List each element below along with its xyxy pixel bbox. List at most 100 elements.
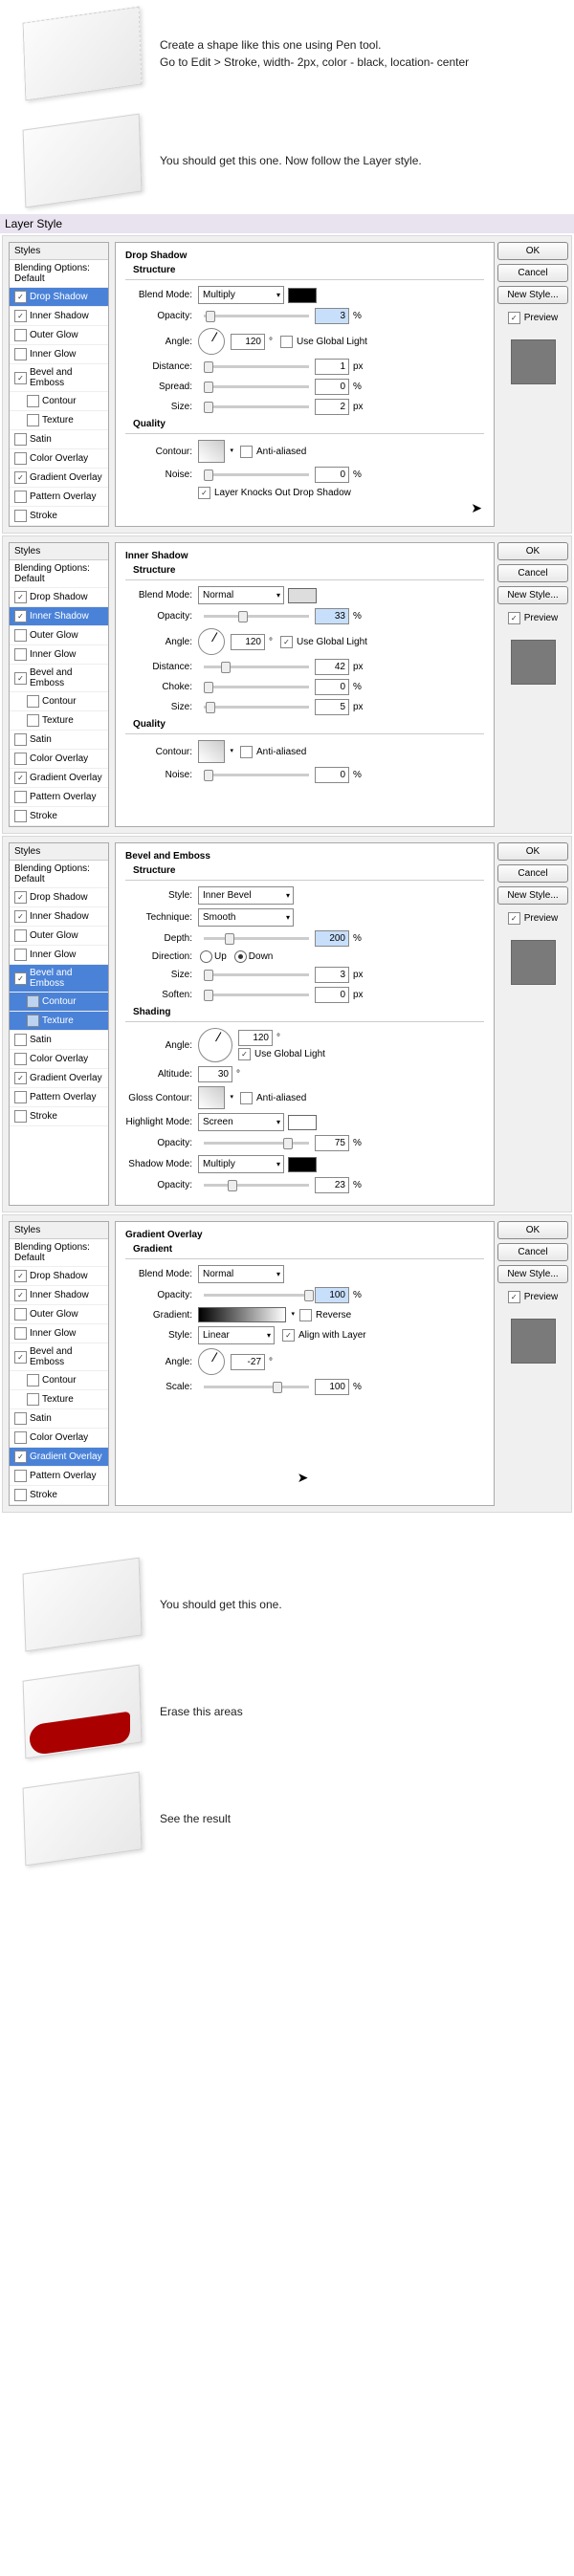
checkbox-icon[interactable] — [14, 1308, 27, 1321]
cancel-button[interactable]: Cancel — [497, 864, 568, 883]
checkbox-icon[interactable] — [27, 1015, 39, 1027]
checkbox-icon[interactable] — [14, 733, 27, 746]
item-inner-glow[interactable]: Inner Glow — [10, 1324, 108, 1343]
spread-input[interactable]: 0 — [315, 379, 349, 395]
item-outer-glow[interactable]: Outer Glow — [10, 626, 108, 645]
depth-input[interactable]: 200 — [315, 930, 349, 947]
knockout-checkbox[interactable] — [198, 487, 210, 499]
reverse-checkbox[interactable] — [299, 1309, 312, 1321]
highlight-opacity-slider[interactable] — [204, 1142, 309, 1145]
item-bevel-emboss[interactable]: Bevel and Emboss — [10, 364, 108, 392]
angle-input[interactable]: -27 — [231, 1354, 265, 1370]
item-contour[interactable]: Contour — [10, 392, 108, 411]
checkbox-icon[interactable] — [27, 1393, 39, 1406]
checkbox-icon[interactable] — [14, 772, 27, 784]
item-satin[interactable]: Satin — [10, 731, 108, 750]
item-satin[interactable]: Satin — [10, 1409, 108, 1429]
distance-slider[interactable] — [204, 365, 309, 368]
angle-dial[interactable] — [198, 1028, 232, 1062]
checkbox-icon[interactable] — [14, 648, 27, 661]
opacity-input[interactable]: 3 — [315, 308, 349, 324]
item-gradient-overlay[interactable]: Gradient Overlay — [10, 469, 108, 488]
checkbox-icon[interactable] — [14, 591, 27, 603]
opacity-slider[interactable] — [204, 315, 309, 317]
opacity-slider[interactable] — [204, 615, 309, 618]
gradient-picker[interactable] — [198, 1307, 286, 1322]
checkbox-icon[interactable] — [27, 1374, 39, 1386]
item-pattern-overlay[interactable]: Pattern Overlay — [10, 788, 108, 807]
global-light-checkbox[interactable] — [238, 1048, 251, 1060]
checkbox-icon[interactable] — [14, 791, 27, 803]
item-stroke[interactable]: Stroke — [10, 1107, 108, 1126]
soften-slider[interactable] — [204, 993, 309, 996]
item-inner-shadow[interactable]: Inner Shadow — [10, 607, 108, 626]
item-pattern-overlay[interactable]: Pattern Overlay — [10, 488, 108, 507]
global-light-checkbox[interactable] — [280, 636, 293, 648]
item-satin[interactable]: Satin — [10, 430, 108, 449]
color-swatch[interactable] — [288, 588, 317, 603]
checkbox-icon[interactable] — [14, 1470, 27, 1482]
distance-slider[interactable] — [204, 666, 309, 668]
checkbox-icon[interactable] — [14, 1034, 27, 1046]
item-texture[interactable]: Texture — [10, 1390, 108, 1409]
contour-picker[interactable] — [198, 740, 225, 763]
anti-aliased-checkbox[interactable] — [240, 1092, 253, 1104]
new-style-button[interactable]: New Style... — [497, 1265, 568, 1283]
gloss-contour-picker[interactable] — [198, 1086, 225, 1109]
item-inner-shadow[interactable]: Inner Shadow — [10, 1286, 108, 1305]
checkbox-icon[interactable] — [14, 629, 27, 642]
angle-dial[interactable] — [198, 328, 225, 355]
checkbox-icon[interactable] — [14, 1327, 27, 1340]
noise-input[interactable]: 0 — [315, 467, 349, 483]
item-stroke[interactable]: Stroke — [10, 1486, 108, 1505]
ok-button[interactable]: OK — [497, 842, 568, 861]
angle-input[interactable]: 120 — [238, 1030, 273, 1046]
item-texture[interactable]: Texture — [10, 411, 108, 430]
item-contour[interactable]: Contour — [10, 692, 108, 711]
angle-dial[interactable] — [198, 1348, 225, 1375]
direction-up-radio[interactable] — [200, 950, 212, 963]
size-input[interactable]: 2 — [315, 399, 349, 415]
checkbox-icon[interactable] — [14, 891, 27, 904]
spread-slider[interactable] — [204, 385, 309, 388]
item-bevel-emboss[interactable]: Bevel and Emboss — [10, 1343, 108, 1371]
item-outer-glow[interactable]: Outer Glow — [10, 326, 108, 345]
highlight-mode-dropdown[interactable]: Screen — [198, 1113, 284, 1131]
noise-input[interactable]: 0 — [315, 767, 349, 783]
scale-input[interactable]: 100 — [315, 1379, 349, 1395]
item-pattern-overlay[interactable]: Pattern Overlay — [10, 1467, 108, 1486]
distance-input[interactable]: 42 — [315, 659, 349, 675]
checkbox-icon[interactable] — [14, 329, 27, 341]
item-inner-shadow[interactable]: Inner Shadow — [10, 907, 108, 927]
anti-aliased-checkbox[interactable] — [240, 746, 253, 758]
checkbox-icon[interactable] — [14, 1270, 27, 1282]
item-stroke[interactable]: Stroke — [10, 807, 108, 826]
shadow-mode-dropdown[interactable]: Multiply — [198, 1155, 284, 1173]
checkbox-icon[interactable] — [14, 910, 27, 923]
checkbox-icon[interactable] — [14, 1412, 27, 1425]
blending-options[interactable]: Blending Options: Default — [10, 560, 108, 588]
size-input[interactable]: 3 — [315, 967, 349, 983]
checkbox-icon[interactable] — [14, 291, 27, 303]
item-gradient-overlay[interactable]: Gradient Overlay — [10, 1448, 108, 1467]
item-gradient-overlay[interactable]: Gradient Overlay — [10, 769, 108, 788]
size-slider[interactable] — [204, 973, 309, 976]
noise-slider[interactable] — [204, 473, 309, 476]
checkbox-icon[interactable] — [14, 929, 27, 942]
checkbox-icon[interactable] — [27, 695, 39, 708]
checkbox-icon[interactable] — [14, 1091, 27, 1103]
checkbox-icon[interactable] — [14, 433, 27, 446]
checkbox-icon[interactable] — [14, 452, 27, 465]
direction-down-radio[interactable] — [234, 950, 247, 963]
item-pattern-overlay[interactable]: Pattern Overlay — [10, 1088, 108, 1107]
ok-button[interactable]: OK — [497, 542, 568, 560]
item-bevel-emboss[interactable]: Bevel and Emboss — [10, 665, 108, 692]
item-outer-glow[interactable]: Outer Glow — [10, 927, 108, 946]
highlight-color-swatch[interactable] — [288, 1115, 317, 1130]
choke-input[interactable]: 0 — [315, 679, 349, 695]
item-gradient-overlay[interactable]: Gradient Overlay — [10, 1069, 108, 1088]
checkbox-icon[interactable] — [14, 1489, 27, 1501]
checkbox-icon[interactable] — [14, 348, 27, 360]
size-input[interactable]: 5 — [315, 699, 349, 715]
opacity-slider[interactable] — [204, 1294, 309, 1297]
